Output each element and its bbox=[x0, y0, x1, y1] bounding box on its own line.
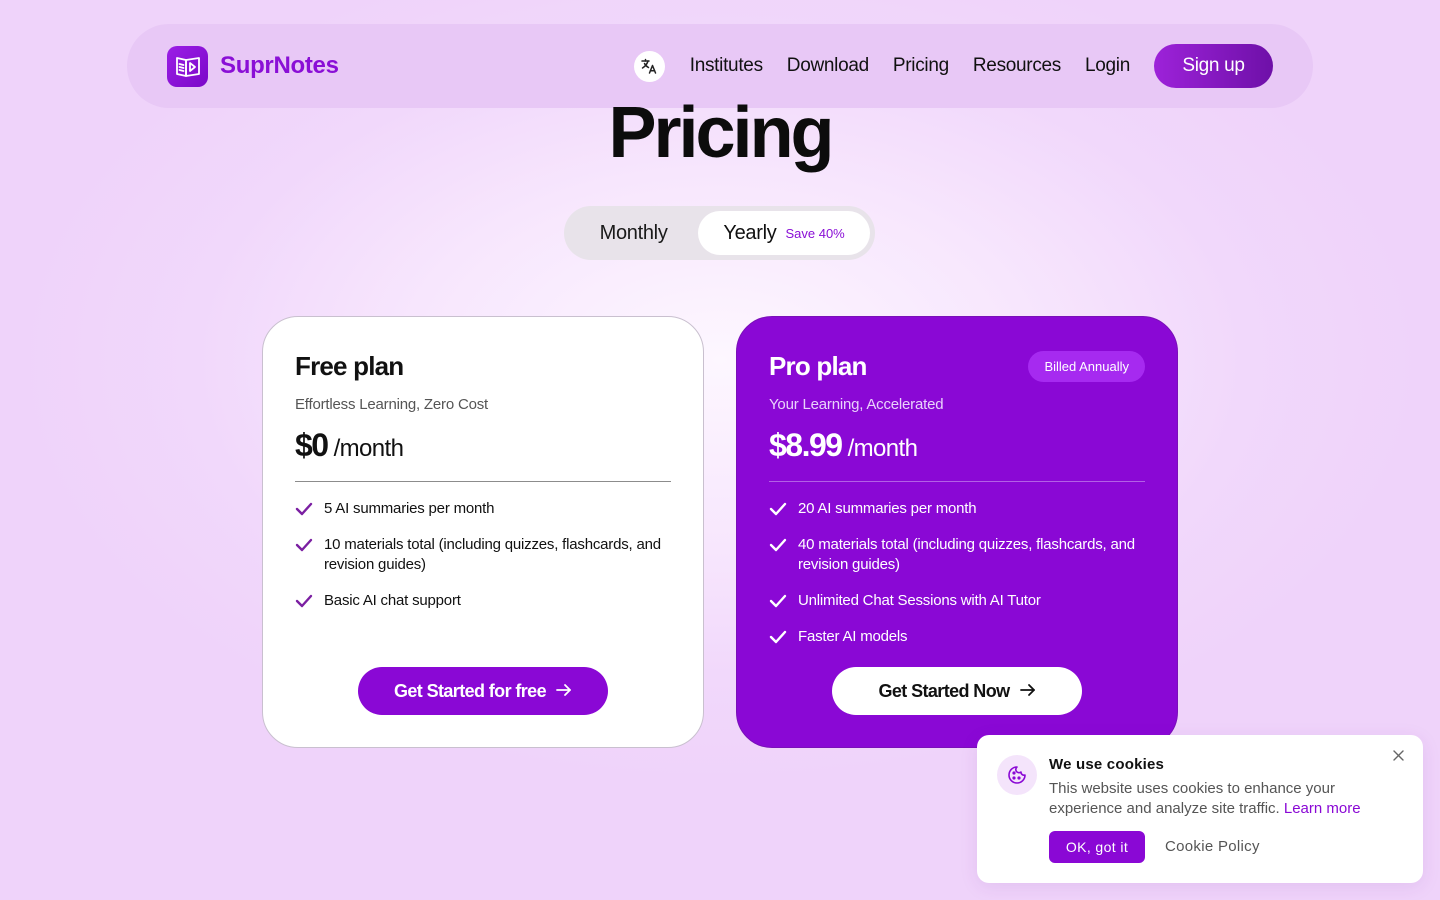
check-icon bbox=[769, 535, 787, 555]
price-row: $8.99 /month bbox=[769, 427, 1145, 464]
brand-name: SuprNotes bbox=[220, 52, 339, 79]
brand[interactable]: SuprNotes bbox=[167, 45, 339, 87]
check-icon bbox=[769, 499, 787, 519]
cookie-banner: We use cookies This website uses cookies… bbox=[977, 735, 1423, 883]
plan-subtitle: Your Learning, Accelerated bbox=[769, 396, 944, 413]
feature-text: 10 materials total (including quizzes, f… bbox=[324, 536, 661, 573]
divider bbox=[769, 481, 1145, 482]
cta-label: Get Started Now bbox=[878, 680, 1010, 701]
check-icon bbox=[295, 499, 313, 519]
plan-subtitle: Effortless Learning, Zero Cost bbox=[295, 396, 488, 413]
check-icon bbox=[295, 591, 313, 611]
feature-text: Faster AI models bbox=[798, 628, 908, 645]
get-started-free-button[interactable]: Get Started for free bbox=[358, 667, 608, 715]
feature-item: 5 AI summaries per month bbox=[295, 499, 671, 519]
cta-label: Get Started for free bbox=[393, 680, 547, 701]
feature-text: 5 AI summaries per month bbox=[324, 500, 495, 517]
feature-list: 5 AI summaries per month 10 materials to… bbox=[295, 499, 671, 611]
plan-period: /month bbox=[333, 435, 404, 462]
cookie-text: This website uses cookies to enhance you… bbox=[1049, 779, 1399, 819]
plan-period: /month bbox=[847, 435, 918, 462]
feature-item: 20 AI summaries per month bbox=[769, 499, 1145, 519]
feature-item: 10 materials total (including quizzes, f… bbox=[295, 535, 671, 575]
plan-name: Free plan bbox=[295, 351, 404, 381]
tab-yearly-label: Yearly bbox=[723, 221, 777, 244]
feature-text: Unlimited Chat Sessions with AI Tutor bbox=[798, 592, 1041, 609]
feature-text: 40 materials total (including quizzes, f… bbox=[798, 536, 1135, 573]
plan-price: $0 bbox=[295, 427, 329, 463]
check-icon bbox=[769, 627, 787, 647]
tab-yearly[interactable]: Yearly Save 40% bbox=[698, 211, 870, 255]
nav-download[interactable]: Download bbox=[787, 55, 869, 77]
translate-icon[interactable] bbox=[633, 50, 665, 82]
plan-price: $8.99 bbox=[769, 427, 843, 463]
feature-text: Basic AI chat support bbox=[324, 592, 461, 609]
divider bbox=[295, 481, 671, 482]
cookie-icon bbox=[997, 755, 1037, 795]
feature-item: Faster AI models bbox=[769, 627, 1145, 647]
nav-resources[interactable]: Resources bbox=[973, 55, 1061, 77]
check-icon bbox=[295, 535, 313, 555]
check-icon bbox=[769, 591, 787, 611]
billed-annually-badge: Billed Annually bbox=[1028, 351, 1145, 382]
page-title: Pricing bbox=[608, 93, 834, 173]
save-badge: Save 40% bbox=[785, 225, 845, 241]
learn-more-link[interactable]: Learn more bbox=[1284, 800, 1361, 817]
feature-item: Basic AI chat support bbox=[295, 591, 671, 611]
nav-institutes[interactable]: Institutes bbox=[690, 55, 763, 77]
get-started-now-button[interactable]: Get Started Now bbox=[832, 667, 1082, 715]
price-row: $0 /month bbox=[295, 427, 671, 464]
billing-toggle: Monthly Yearly Save 40% bbox=[564, 206, 875, 260]
cookie-title: We use cookies bbox=[1049, 756, 1165, 773]
tab-monthly[interactable]: Monthly bbox=[569, 211, 698, 255]
nav-login[interactable]: Login bbox=[1085, 55, 1130, 77]
book-logo-icon bbox=[167, 45, 208, 87]
signup-button[interactable]: Sign up bbox=[1154, 44, 1273, 88]
cookie-policy-link[interactable]: Cookie Policy bbox=[1165, 838, 1260, 855]
feature-text: 20 AI summaries per month bbox=[798, 500, 977, 517]
feature-item: 40 materials total (including quizzes, f… bbox=[769, 535, 1145, 575]
close-icon[interactable] bbox=[1389, 746, 1407, 764]
feature-list: 20 AI summaries per month 40 materials t… bbox=[769, 499, 1145, 647]
free-plan-card: Free plan Effortless Learning, Zero Cost… bbox=[262, 316, 704, 748]
nav-pricing[interactable]: Pricing bbox=[893, 55, 949, 77]
feature-item: Unlimited Chat Sessions with AI Tutor bbox=[769, 591, 1145, 611]
cookie-accept-button[interactable]: OK, got it bbox=[1049, 831, 1145, 863]
arrow-right-icon bbox=[1019, 681, 1036, 702]
main-nav: Institutes Download Pricing Resources Lo… bbox=[633, 44, 1273, 88]
pro-plan-card: Billed Annually Pro plan Your Learning, … bbox=[736, 316, 1178, 748]
arrow-right-icon bbox=[556, 681, 572, 702]
